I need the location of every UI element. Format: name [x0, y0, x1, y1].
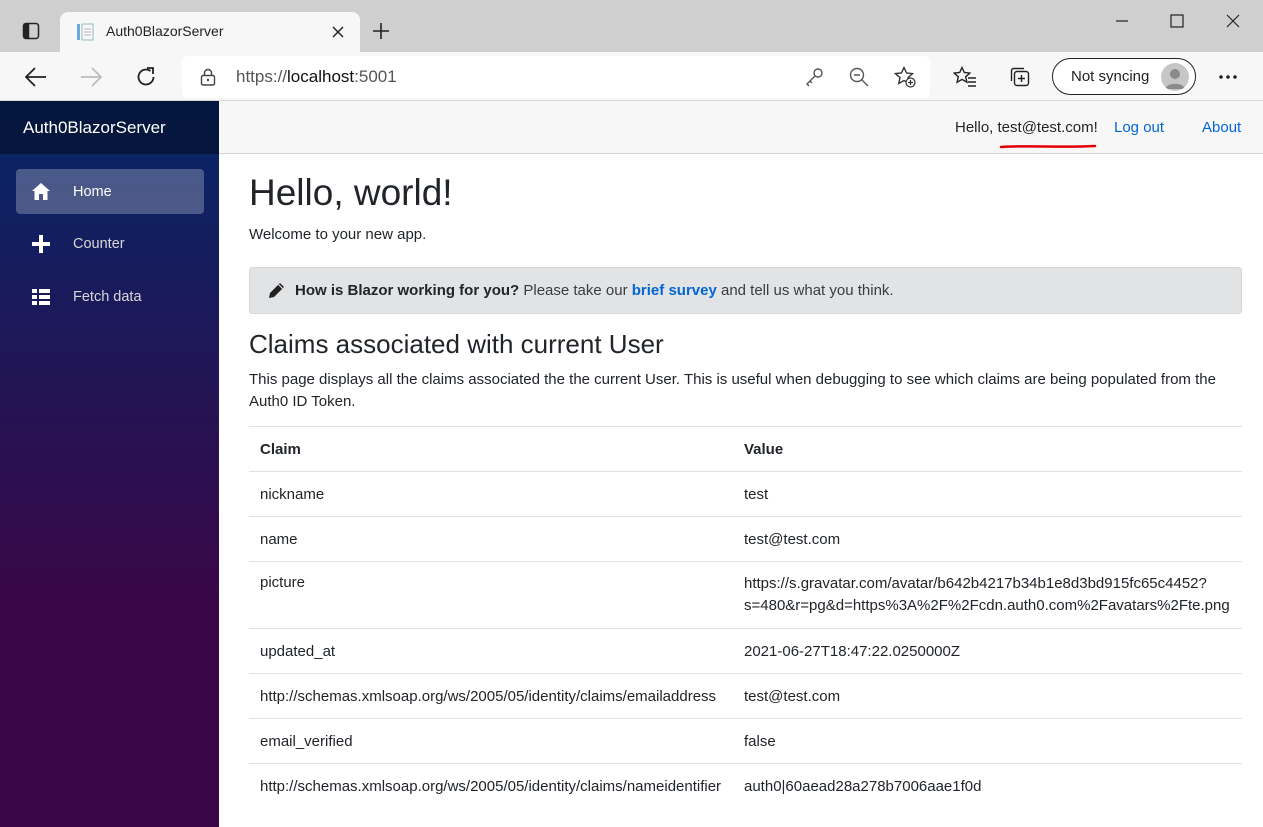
sidebar-item-home[interactable]: Home [16, 169, 204, 214]
claims-description: This page displays all the claims associ… [249, 371, 1216, 410]
add-favorite-icon[interactable] [893, 66, 917, 88]
page-title: Hello, world! [249, 172, 453, 213]
value-cell: test@test.com [733, 516, 1242, 562]
address-bar[interactable]: https://localhost:5001 [182, 56, 930, 98]
claim-cell: http://schemas.xmlsoap.org/ws/2005/05/id… [260, 777, 722, 795]
key-icon[interactable] [802, 66, 826, 88]
browser-titlebar: Auth0BlazorServer [0, 0, 1263, 52]
table-row: updated_at 2021-06-27T18:47:22.0250000Z [249, 628, 1242, 674]
table-row: http://schemas.xmlsoap.org/ws/2005/05/id… [249, 764, 1242, 809]
value-cell: 2021-06-27T18:47:22.0250000Z [733, 628, 1242, 674]
list-icon [29, 287, 53, 307]
sidebar-brand-row: Auth0BlazorServer [0, 101, 219, 154]
table-row: http://schemas.xmlsoap.org/ws/2005/05/id… [249, 673, 1242, 719]
profile-avatar-icon [1161, 63, 1189, 91]
claim-cell: http://schemas.xmlsoap.org/ws/2005/05/id… [249, 673, 733, 719]
value-column-header: Value [733, 426, 1242, 472]
logout-link[interactable]: Log out [1114, 119, 1164, 136]
sidebar-item-fetch-data[interactable]: Fetch data [16, 274, 204, 319]
claim-cell: name [249, 516, 733, 562]
hello-user-text: Hello, test@test.com! [955, 119, 1098, 136]
url-text: https://localhost:5001 [236, 67, 397, 87]
red-underline-annotation [999, 144, 1097, 149]
sidebar-item-counter[interactable]: Counter [16, 221, 204, 266]
table-row: nickname test [249, 471, 1242, 517]
table-row: email_verified false [249, 718, 1242, 764]
claim-column-header: Claim [249, 426, 733, 472]
plus-icon [29, 234, 53, 254]
url-port: :5001 [354, 67, 397, 86]
new-tab-icon[interactable] [368, 18, 394, 44]
sync-button[interactable]: Not syncing [1052, 58, 1196, 95]
zoom-out-icon[interactable] [847, 66, 871, 88]
tab-actions-icon[interactable] [14, 14, 48, 48]
survey-post-link: and tell us what you think. [716, 282, 894, 299]
claims-heading: Claims associated with current User [249, 329, 664, 359]
sidebar-item-label: Counter [73, 235, 125, 252]
forward-arrow-icon[interactable] [74, 60, 108, 94]
minimize-icon[interactable] [1107, 8, 1137, 34]
favorites-icon[interactable] [948, 60, 982, 94]
app-topbar: Hello, test@test.com! Log out About [219, 101, 1263, 154]
maximize-icon[interactable] [1162, 8, 1192, 34]
welcome-text: Welcome to your new app. [249, 226, 427, 243]
claim-cell: email_verified [249, 718, 733, 764]
home-icon [29, 182, 53, 202]
app-brand[interactable]: Auth0BlazorServer [23, 118, 166, 138]
survey-text: How is Blazor working for you? Please ta… [295, 282, 894, 299]
pencil-icon [268, 282, 285, 303]
table-row: picture https://s.gravatar.com/avatar/b6… [249, 561, 1242, 629]
survey-pre-link: Please take our [519, 282, 632, 299]
about-link[interactable]: About [1202, 119, 1241, 136]
claim-cell: picture [249, 561, 733, 629]
url-scheme: https:// [236, 67, 288, 86]
more-options-icon[interactable] [1211, 60, 1245, 94]
claim-cell: updated_at [249, 628, 733, 674]
value-line: s=480&r=pg&d=https%3A%2F%2Fcdn.auth0.com… [744, 597, 1230, 614]
survey-question: How is Blazor working for you? [295, 282, 520, 299]
value-cell: test [733, 471, 1242, 517]
value-cell: auth0|60aead28a278b7006aae1f0d [744, 777, 982, 795]
tab-title: Auth0BlazorServer [106, 23, 224, 39]
url-host: localhost [287, 67, 355, 86]
sidebar-item-label: Fetch data [73, 288, 142, 305]
sidebar: Auth0BlazorServer Home Counter Fetch dat… [0, 101, 219, 827]
close-tab-icon[interactable] [328, 22, 348, 42]
browser-toolbar: https://localhost:5001 Not syncing [0, 52, 1263, 101]
sync-label: Not syncing [1071, 68, 1150, 85]
brief-survey-link[interactable]: brief survey [632, 282, 717, 299]
table-header-row: Claim Value [249, 426, 1242, 472]
value-cell: test@test.com [733, 673, 1242, 719]
browser-tab[interactable]: Auth0BlazorServer [60, 12, 360, 52]
refresh-icon[interactable] [129, 60, 163, 94]
claims-table: Claim Value nickname test name test@test… [249, 426, 1242, 809]
value-cell: false [733, 718, 1242, 764]
lock-icon[interactable] [200, 68, 216, 91]
claim-cell: nickname [249, 471, 733, 517]
collections-icon[interactable] [1003, 60, 1037, 94]
value-cell: https://s.gravatar.com/avatar/b642b4217b… [733, 561, 1242, 629]
survey-prompt: How is Blazor working for you? Please ta… [249, 267, 1242, 314]
value-line: https://s.gravatar.com/avatar/b642b4217b… [744, 575, 1207, 592]
sidebar-item-label: Home [73, 183, 112, 200]
back-arrow-icon[interactable] [19, 60, 53, 94]
close-window-icon[interactable] [1218, 8, 1248, 34]
table-row: name test@test.com [249, 516, 1242, 562]
page-favicon-icon [76, 23, 94, 41]
